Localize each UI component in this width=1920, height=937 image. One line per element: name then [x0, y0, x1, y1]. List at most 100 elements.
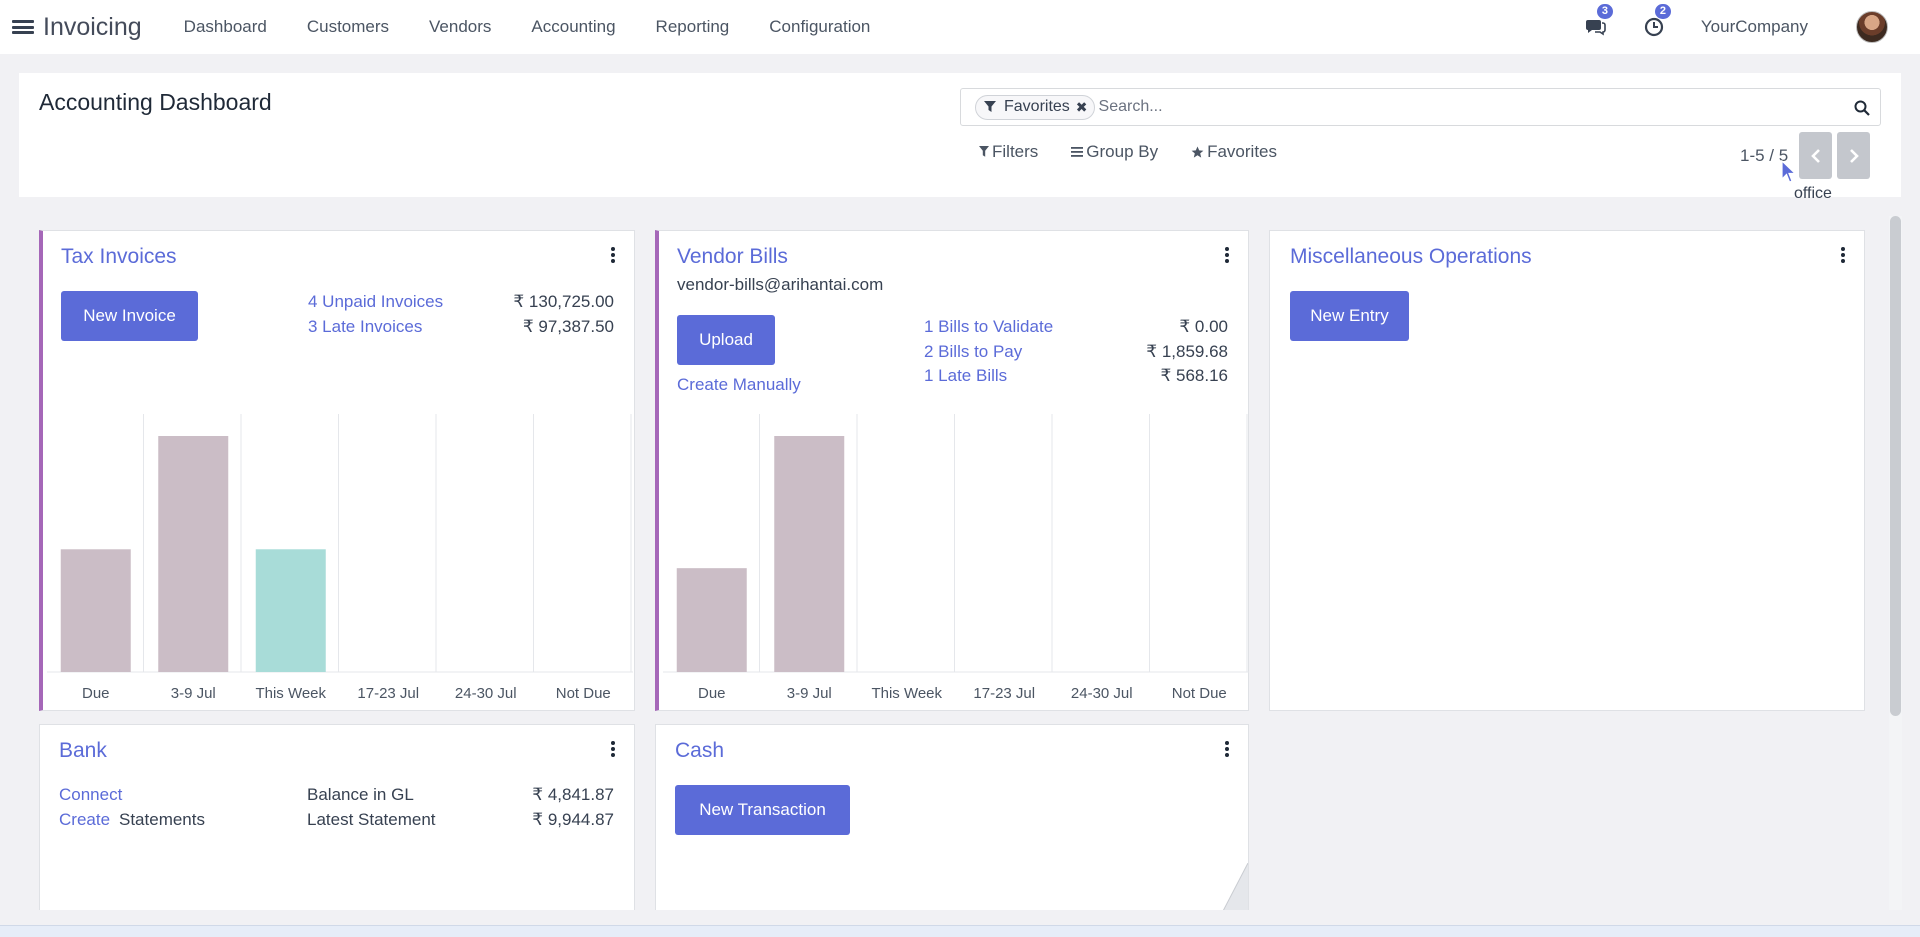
chart-tick-label: Not Due — [1172, 685, 1227, 702]
star-icon — [1191, 146, 1204, 158]
late-invoices-value: ₹ 97,387.50 — [522, 317, 614, 336]
card-title[interactable]: Cash — [675, 739, 724, 763]
search-input[interactable] — [1098, 92, 1880, 122]
card-title[interactable]: Bank — [59, 739, 107, 763]
filters-label: Filters — [992, 142, 1039, 161]
systray: 3 2 YourCompany — [1585, 0, 1920, 54]
nav-customers[interactable]: Customers — [287, 17, 409, 37]
kebab-menu-icon[interactable] — [610, 247, 616, 263]
nav-accounting[interactable]: Accounting — [511, 17, 635, 37]
browser-bottom-strip — [0, 925, 1920, 937]
control-panel: Accounting Dashboard Favorites ✖ Filters… — [19, 73, 1901, 197]
bills-to-validate-value: ₹ 0.00 — [1179, 317, 1228, 336]
chart-bar[interactable] — [676, 568, 747, 672]
chart-bar[interactable] — [255, 549, 326, 672]
chart-tick-label: 17-23 Jul — [357, 685, 419, 702]
unpaid-invoices-value: ₹ 130,725.00 — [513, 292, 614, 311]
chart-bar[interactable] — [158, 436, 229, 672]
top-navbar: Invoicing Dashboard Customers Vendors Ac… — [0, 0, 1920, 54]
chart-tick-label: 3-9 Jul — [171, 685, 216, 702]
search-icon[interactable] — [1854, 100, 1870, 116]
card-title[interactable]: Tax Invoices — [61, 245, 177, 269]
chart-tick-label: Due — [82, 685, 110, 702]
chevron-right-icon — [1849, 148, 1859, 163]
unpaid-invoices-link[interactable]: 4 Unpaid Invoices — [308, 292, 443, 312]
user-avatar[interactable] — [1856, 11, 1888, 43]
filter-icon — [984, 101, 996, 112]
vendor-bills-email: vendor-bills@arihantai.com — [677, 275, 884, 294]
new-invoice-button[interactable]: New Invoice — [61, 291, 198, 341]
nav-configuration[interactable]: Configuration — [749, 17, 890, 37]
late-invoices-link[interactable]: 3 Late Invoices — [308, 317, 422, 337]
facet-remove-icon[interactable]: ✖ — [1076, 99, 1088, 116]
chart-tick-label: 17-23 Jul — [973, 685, 1035, 702]
bills-to-pay-value: ₹ 1,859.68 — [1146, 342, 1228, 361]
nav-dashboard[interactable]: Dashboard — [164, 17, 287, 37]
chart-tick-label: 24-30 Jul — [455, 685, 517, 702]
chart-bar[interactable] — [60, 549, 131, 672]
card-cash: Cash New Transaction — [655, 724, 1249, 910]
nav-vendors[interactable]: Vendors — [409, 17, 511, 37]
pager: 1-5 / 5 — [1740, 132, 1875, 179]
pager-previous-button[interactable] — [1799, 132, 1833, 179]
group-by-button[interactable]: Group By — [1071, 142, 1158, 162]
filter-icon — [979, 146, 989, 157]
chart-tick-label: This Week — [255, 685, 326, 702]
balance-in-gl-value: ₹ 4,841.87 — [532, 785, 614, 804]
bank-connect-link[interactable]: Connect — [59, 785, 122, 805]
bank-statements-text: Statements — [119, 810, 205, 829]
kebab-menu-icon[interactable] — [610, 741, 616, 757]
create-manually-link[interactable]: Create Manually — [677, 375, 801, 395]
nav-reporting[interactable]: Reporting — [636, 17, 750, 37]
balance-in-gl-label: Balance in GL — [307, 785, 414, 804]
upload-button[interactable]: Upload — [677, 315, 775, 365]
latest-statement-value: ₹ 9,944.87 — [532, 810, 614, 829]
favorites-facet[interactable]: Favorites ✖ — [975, 94, 1095, 120]
activities-badge: 2 — [1654, 4, 1672, 19]
new-entry-button[interactable]: New Entry — [1290, 291, 1409, 341]
group-by-label: Group By — [1086, 142, 1159, 161]
late-bills-value: ₹ 568.16 — [1160, 366, 1228, 385]
messages-icon[interactable]: 3 — [1585, 4, 1614, 39]
tax-invoices-chart[interactable]: Due 3-9 Jul This Week 17-23 Jul 24-30 Jul Not… — [47, 414, 633, 706]
bar-chart-svg: Due 3-9 Jul This Week 17-23 Jul 24-30 Jul Not… — [47, 414, 633, 702]
scrollbar-thumb[interactable] — [1890, 216, 1901, 716]
bar-chart-svg: Due 3-9 Jul This Week 17-23 Jul 24-30 Jul Not… — [663, 414, 1249, 702]
card-title[interactable]: Miscellaneous Operations — [1290, 245, 1532, 269]
card-bank: Bank Connect Create Statements Balance i… — [39, 724, 635, 910]
card-title[interactable]: Vendor Bills — [677, 245, 788, 269]
messages-badge: 3 — [1596, 4, 1614, 19]
pager-next-button[interactable] — [1837, 132, 1871, 179]
search-options: Filters Group By Favorites — [979, 142, 1310, 162]
chart-tick-label: This Week — [871, 685, 942, 702]
tooltip: office — [1794, 185, 1832, 202]
kebab-menu-icon[interactable] — [1840, 247, 1846, 263]
vendor-bills-chart[interactable]: Due 3-9 Jul This Week 17-23 Jul 24-30 Jul Not… — [663, 414, 1249, 706]
mouse-cursor-icon — [1781, 160, 1797, 183]
chart-tick-label: Due — [698, 685, 726, 702]
chevron-left-icon — [1810, 148, 1820, 163]
favorites-label: Favorites — [1207, 142, 1278, 161]
kebab-menu-icon[interactable] — [1224, 247, 1230, 263]
bills-to-validate-link[interactable]: 1 Bills to Validate — [924, 317, 1053, 337]
card-tax-invoices: Tax Invoices New Invoice 4 Unpaid Invoic… — [39, 230, 635, 711]
company-switcher[interactable]: YourCompany — [1701, 17, 1808, 37]
kebab-menu-icon[interactable] — [1224, 741, 1230, 757]
bills-to-pay-link[interactable]: 2 Bills to Pay — [924, 342, 1022, 362]
facet-label: Favorites — [1004, 98, 1070, 115]
filters-button[interactable]: Filters — [979, 142, 1038, 162]
favorites-button[interactable]: Favorites — [1191, 142, 1277, 162]
activities-clock-icon[interactable]: 2 — [1643, 4, 1672, 39]
chart-bar[interactable] — [774, 436, 845, 672]
latest-statement-label: Latest Statement — [307, 810, 436, 829]
hamburger-menu-icon[interactable] — [12, 18, 34, 36]
bank-create-link[interactable]: Create — [59, 810, 110, 830]
new-transaction-button[interactable]: New Transaction — [675, 785, 850, 835]
vertical-scrollbar[interactable] — [1889, 216, 1902, 910]
card-miscellaneous-operations: Miscellaneous Operations New Entry — [1269, 230, 1865, 711]
late-bills-link[interactable]: 1 Late Bills — [924, 366, 1007, 386]
list-icon — [1071, 147, 1084, 157]
chart-tick-label: Not Due — [556, 685, 611, 702]
app-name[interactable]: Invoicing — [43, 13, 142, 42]
search-bar[interactable]: Favorites ✖ — [960, 88, 1881, 126]
